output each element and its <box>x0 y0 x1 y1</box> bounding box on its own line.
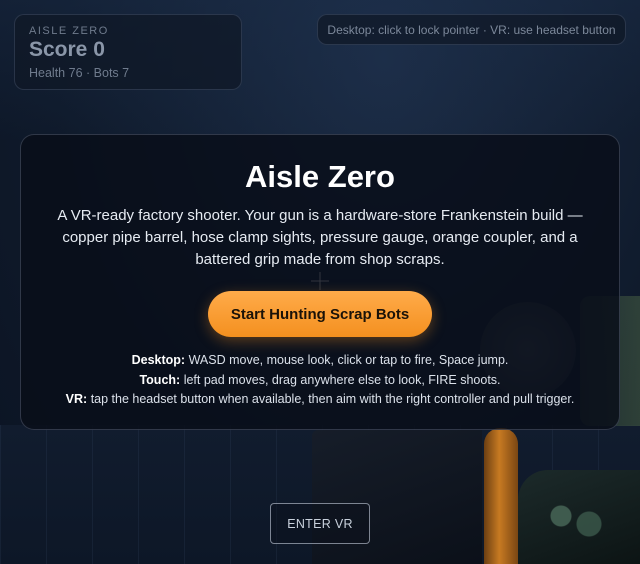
score-readout: Score 0 <box>29 38 227 62</box>
bots-label: Bots <box>93 66 119 80</box>
controls-touch-text: left pad moves, drag anywhere else to lo… <box>183 372 501 387</box>
score-value: 0 <box>93 38 105 61</box>
controls-vr: VR: tap the headset button when availabl… <box>41 390 599 410</box>
copper-pipe-barrel <box>484 428 518 564</box>
start-overlay: Aisle Zero A VR-ready factory shooter. Y… <box>20 134 620 430</box>
game-title: Aisle Zero <box>245 159 395 194</box>
control-hint: Desktop: click to lock pointer · VR: use… <box>317 14 626 45</box>
controls-desktop-text: WASD move, mouse look, click or tap to f… <box>188 353 509 367</box>
controls-touch: Touch: left pad moves, drag anywhere els… <box>41 371 599 391</box>
hud-panel: AISLE ZERO Score 0 Health 76 · Bots 7 <box>14 14 242 90</box>
hud-brand: AISLE ZERO <box>29 25 109 37</box>
health-value: 76 <box>68 66 83 80</box>
enter-vr-button[interactable]: ENTER VR <box>270 503 370 544</box>
controls-touch-label: Touch: <box>139 372 181 387</box>
health-label: Health <box>29 66 66 80</box>
bots-value: 7 <box>122 66 130 80</box>
start-button[interactable]: Start Hunting Scrap Bots <box>208 291 432 337</box>
grip-camo <box>540 500 610 540</box>
score-label: Score <box>29 38 88 61</box>
controls-desktop: Desktop: WASD move, mouse look, click or… <box>41 351 599 371</box>
controls-vr-text: tap the headset button when available, t… <box>90 392 575 406</box>
game-description: A VR-ready factory shooter. Your gun is … <box>57 207 583 268</box>
stat-separator: · <box>86 66 91 80</box>
hud-stats: Health 76 · Bots 7 <box>29 65 227 81</box>
controls-help: Desktop: WASD move, mouse look, click or… <box>41 351 599 410</box>
controls-vr-label: VR: <box>65 392 88 406</box>
controls-desktop-label: Desktop: <box>131 353 186 367</box>
